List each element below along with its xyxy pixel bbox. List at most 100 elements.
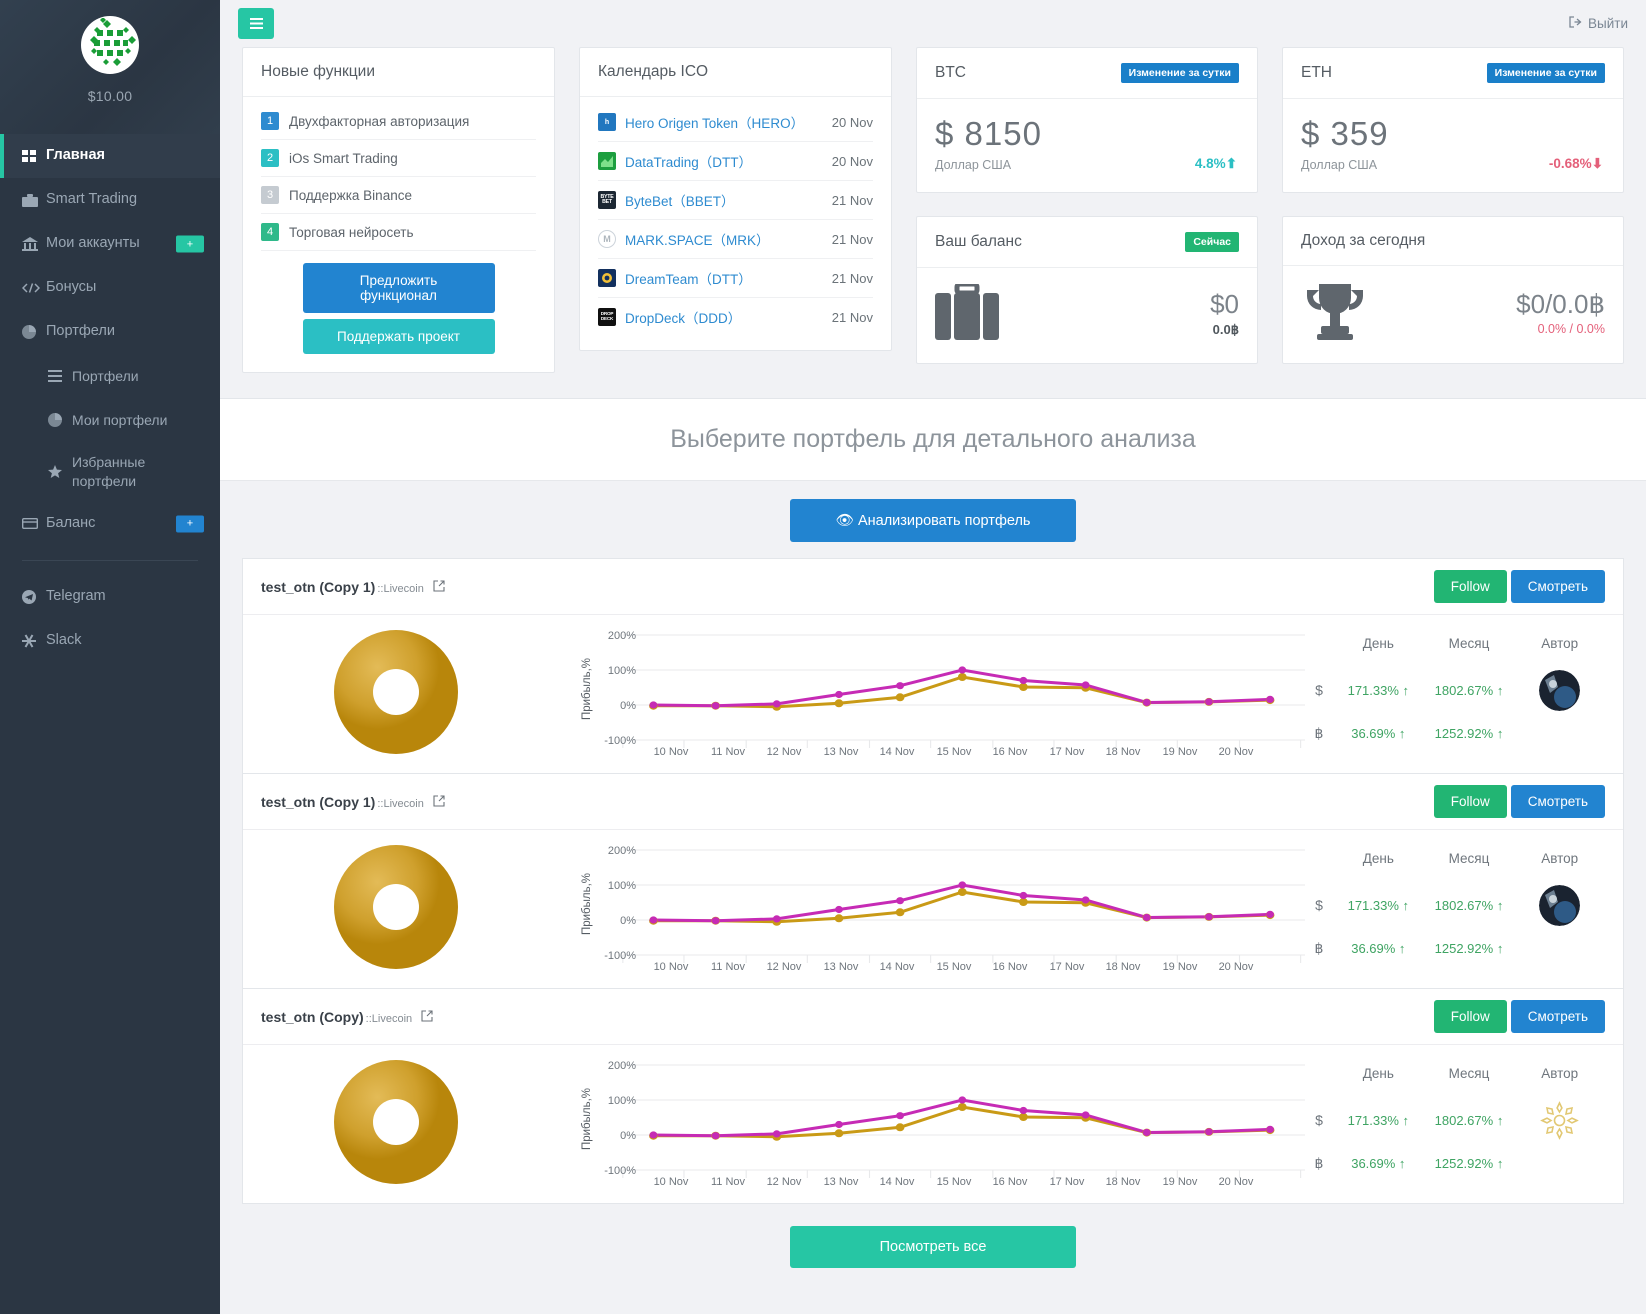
datatrading-icon [598, 152, 616, 170]
feature-item[interactable]: 4 Торговая нейросеть [261, 214, 536, 251]
sidebar-item-telegram[interactable]: Telegram [0, 575, 220, 619]
watch-button[interactable]: Смотреть [1510, 1000, 1605, 1033]
suggest-feature-button[interactable]: Предложить функционал [302, 263, 495, 313]
follow-button[interactable]: Follow [1433, 570, 1507, 603]
sidebar-item-favorite-portfolios[interactable]: Избранные портфели [26, 442, 220, 502]
external-link-icon[interactable] [433, 794, 445, 810]
sidebar-item-my-portfolios[interactable]: Мои портфели [26, 398, 220, 442]
list-item[interactable]: M MARK.SPACE（MRK） 21 Nov [598, 220, 873, 259]
income-main: $0/0.0฿ [1516, 289, 1605, 319]
portfolio-chart: 200% 100% 0% -100% Прибыль,% 10 Nov 11 N… [531, 627, 1305, 757]
col-day-header: День [1362, 635, 1394, 651]
watch-button[interactable]: Смотреть [1510, 570, 1605, 603]
eth-card-head: ETH Изменение за сутки [1283, 48, 1623, 99]
ico-list: h Hero Origen Token（HERO） 20 Nov DataTra… [580, 97, 891, 350]
slack-icon [22, 634, 46, 648]
ico-date: 21 Nov [831, 192, 873, 208]
analysis-section: Выберите портфель для детального анализа [220, 398, 1646, 480]
briefcase-icon [22, 193, 46, 207]
sidebar-item-balance[interactable]: Баланс + [0, 502, 220, 546]
ico-name[interactable]: DataTrading（DTT） [625, 151, 832, 171]
arrow-up-icon: ⬆ [1225, 156, 1237, 171]
ico-name[interactable]: DropDeck（DDD） [625, 307, 832, 327]
content: Новые функции 1 Двухфакторная авторизаци… [220, 47, 1646, 1314]
portfolio-name: test_otn (Copy) [261, 1008, 364, 1025]
portfolio-list: test_otn (Copy 1) ::Livecoin Follow Смот… [220, 558, 1646, 1204]
btc-delta: 4.8%⬆ [1195, 156, 1237, 172]
app-logo [81, 16, 139, 74]
list-item[interactable]: DROP DECK DropDeck（DDD） 21 Nov [598, 298, 873, 336]
feature-item[interactable]: 2 iOs Smart Trading [261, 140, 536, 177]
add-account-button[interactable]: + [176, 235, 204, 253]
portfolio-title[interactable]: test_otn (Copy) ::Livecoin [261, 1009, 433, 1025]
feature-item[interactable]: 1 Двухфакторная авторизация [261, 103, 536, 140]
follow-button[interactable]: Follow [1433, 1000, 1507, 1033]
external-link-icon[interactable] [433, 579, 445, 595]
balance-sub: 0.0฿ [1212, 322, 1239, 337]
logout-button[interactable]: Выйти [1569, 16, 1628, 31]
btc-month-value: 1252.92% ↑ [1434, 725, 1504, 741]
profit-line-chart [622, 1064, 1305, 1178]
features-list: 1 Двухфакторная авторизация 2 iOs Smart … [243, 97, 554, 372]
ico-name[interactable]: MARK.SPACE（MRK） [625, 229, 832, 249]
dreamteam-icon [598, 269, 616, 287]
status-badge: Изменение за сутки [1120, 63, 1239, 83]
eth-card: ETH Изменение за сутки $ 359 Доллар США … [1282, 47, 1624, 193]
feature-label: iOs Smart Trading [289, 150, 398, 166]
feature-item[interactable]: 3 Поддержка Binance [261, 177, 536, 214]
avatar[interactable] [1514, 1099, 1605, 1141]
portfolio-title[interactable]: test_otn (Copy 1) ::Livecoin [261, 794, 445, 810]
sidebar-item-slack[interactable]: Slack [0, 619, 220, 663]
add-balance-button[interactable]: + [176, 515, 204, 533]
portfolio-donut [261, 627, 531, 757]
portfolio-title[interactable]: test_otn (Copy 1) ::Livecoin [261, 579, 445, 595]
sidebar-item-smart-trading[interactable]: Smart Trading [0, 178, 220, 222]
logout-label: Выйти [1588, 16, 1628, 31]
avatar[interactable] [1514, 884, 1605, 926]
col-month-header: Месяц [1448, 1065, 1490, 1081]
col-author-header: Автор [1541, 850, 1579, 866]
ico-date: 21 Nov [831, 231, 873, 247]
briefcase-icon [935, 281, 999, 345]
metrics-columns: BTC Изменение за сутки $ 8150 Доллар США… [916, 47, 1624, 364]
view-all-button[interactable]: Посмотреть все [790, 1226, 1076, 1268]
sidebar: $10.00 Главная Smart Trading Мои аккаунт… [0, 0, 220, 1314]
sidebar-item-label: Баланс [46, 515, 96, 531]
sidebar-item-my-accounts[interactable]: Мои аккаунты + [0, 222, 220, 266]
usd-month-value: 1802.67% ↑ [1434, 682, 1504, 698]
usd-day-value: 171.33% ↑ [1347, 682, 1410, 698]
pie-chart-icon [48, 413, 72, 427]
follow-button[interactable]: Follow [1433, 785, 1507, 818]
feature-number: 3 [261, 186, 279, 204]
list-item[interactable]: DreamTeam（DTT） 21 Nov [598, 259, 873, 298]
dashboard-icon [22, 149, 46, 163]
hamburger-icon[interactable] [238, 8, 274, 39]
sidebar-item-portfolios[interactable]: Портфели [0, 310, 220, 354]
profit-line-chart [622, 849, 1305, 963]
status-badge: Изменение за сутки [1486, 63, 1605, 83]
sidebar-profile: $10.00 [0, 0, 220, 134]
sidebar-item-bonuses[interactable]: Бонусы [0, 266, 220, 310]
external-link-icon[interactable] [421, 1009, 433, 1025]
portfolio-body: 200% 100% 0% -100% Прибыль,% 10 Nov 11 N… [243, 1045, 1623, 1203]
avatar[interactable] [1514, 669, 1605, 711]
watch-button[interactable]: Смотреть [1510, 785, 1605, 818]
list-item[interactable]: BYTE BET ByteBet（BBET） 21 Nov [598, 181, 873, 220]
btc-card-body: $ 8150 Доллар США 4.8%⬆ [917, 99, 1257, 192]
list-item[interactable]: DataTrading（DTT） 20 Nov [598, 142, 873, 181]
balance-card: Ваш баланс Сейчас $0 0.0฿ [916, 216, 1258, 364]
ico-name[interactable]: Hero Origen Token（HERO） [625, 112, 832, 132]
balance-card-title: Ваш баланс [935, 233, 1022, 250]
ico-name[interactable]: ByteBet（BBET） [625, 190, 832, 210]
donut-chart-icon [334, 630, 458, 754]
btc-day-value: 36.69% ↑ [1351, 940, 1406, 956]
ico-name[interactable]: DreamTeam（DTT） [625, 268, 832, 288]
portfolio-name: test_otn (Copy 1) [261, 793, 376, 810]
analyze-portfolio-button[interactable]: 👁 Анализировать портфель [790, 499, 1076, 542]
sidebar-item-portfolios-list[interactable]: Портфели [26, 354, 220, 398]
sidebar-item-dashboard[interactable]: Главная [0, 134, 220, 178]
support-project-button[interactable]: Поддержать проект [302, 319, 495, 354]
ico-card-title: Календарь ICO [598, 63, 709, 80]
list-item[interactable]: h Hero Origen Token（HERO） 20 Nov [598, 103, 873, 142]
arrow-down-icon: ⬇ [1591, 156, 1603, 171]
